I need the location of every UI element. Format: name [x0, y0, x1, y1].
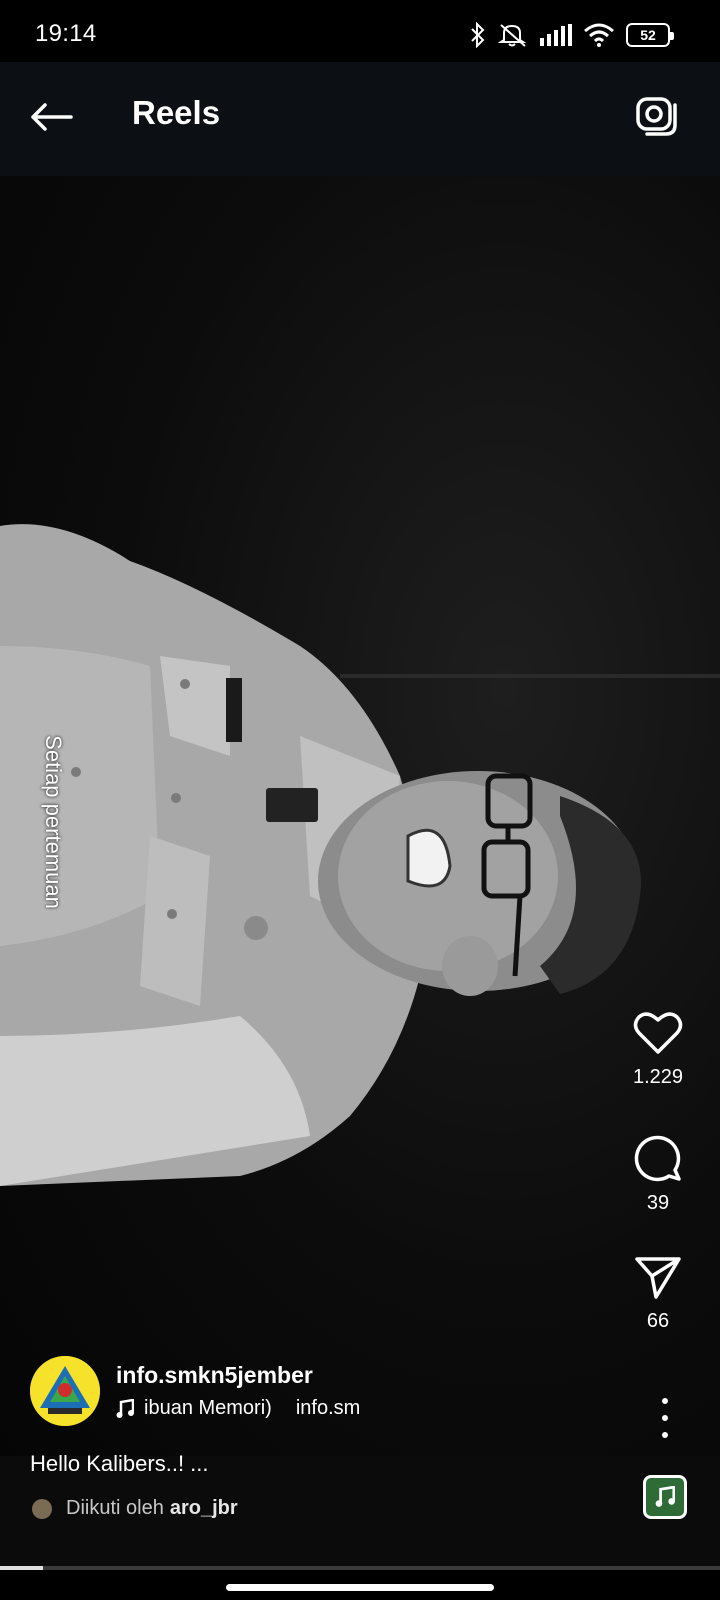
battery-indicator: 52: [626, 23, 674, 47]
followed-by-user: aro_jbr: [169, 1497, 238, 1519]
back-arrow-icon: [31, 103, 73, 131]
share-icon[interactable]: [634, 1256, 682, 1300]
share-count: 66: [646, 1310, 670, 1332]
video-overlay-text: Setiap pertemuan: [38, 712, 68, 932]
person-photo: [0, 524, 641, 1186]
share-action[interactable]: 66: [618, 1256, 698, 1333]
author-row[interactable]: info.smkn5jember ibuan Memori) info.sm: [30, 1356, 360, 1426]
comment-icon[interactable]: [633, 1132, 683, 1182]
comment-count: 39: [646, 1192, 670, 1214]
camera-button[interactable]: [632, 90, 682, 140]
author-info: info.smkn5jember ibuan Memori) info.sm: [116, 1362, 360, 1420]
comment-action[interactable]: 39: [618, 1132, 698, 1215]
reel-caption[interactable]: Hello Kalibers..! ...: [30, 1451, 209, 1477]
like-action[interactable]: 1.229: [618, 1010, 698, 1089]
top-app-bar: Reels: [0, 62, 720, 176]
more-icon-dot: [662, 1415, 668, 1421]
audio-row[interactable]: ibuan Memori) info.sm: [116, 1397, 360, 1420]
followed-by-row[interactable]: Diikuti oleh aro_jbr: [32, 1497, 238, 1520]
home-indicator[interactable]: [226, 1584, 494, 1591]
overlay-caption: Setiap pertemuan: [41, 735, 66, 909]
wifi-icon: [584, 23, 614, 47]
page-title: Reels: [132, 94, 221, 131]
followed-by-prefix: Diikuti oleh: [66, 1497, 164, 1519]
back-button[interactable]: [26, 92, 76, 142]
silent-icon: [498, 24, 527, 47]
battery-level: 52: [640, 27, 656, 43]
music-note-icon: [116, 1398, 134, 1418]
music-note-icon: [655, 1486, 675, 1507]
like-count: 1.229: [632, 1066, 684, 1088]
reel-video[interactable]: Setiap pertemuan: [0, 176, 720, 1456]
more-icon-dot: [662, 1432, 668, 1438]
more-icon: [662, 1398, 668, 1404]
status-icons: 52: [470, 20, 674, 50]
camera-icon: [636, 97, 677, 136]
follower-avatar: [32, 1498, 52, 1519]
school-logo-icon: [30, 1356, 100, 1426]
heart-icon[interactable]: [633, 1010, 683, 1056]
audio-title: ibuan Memori): [144, 1397, 272, 1419]
bluetooth-icon: [471, 22, 485, 48]
audio-thumbnail-button[interactable]: [643, 1475, 687, 1519]
video-progress-fill: [0, 1566, 44, 1570]
audio-handle: info.sm: [295, 1397, 361, 1419]
signal-icon: [540, 24, 572, 46]
author-username[interactable]: info.smkn5jember: [116, 1362, 360, 1389]
status-bar: 19:14 52: [0, 0, 720, 62]
more-options-button[interactable]: [650, 1398, 680, 1438]
status-time: 19:14: [35, 20, 97, 47]
author-avatar[interactable]: [30, 1356, 100, 1426]
video-progress-bar[interactable]: [0, 1566, 720, 1570]
